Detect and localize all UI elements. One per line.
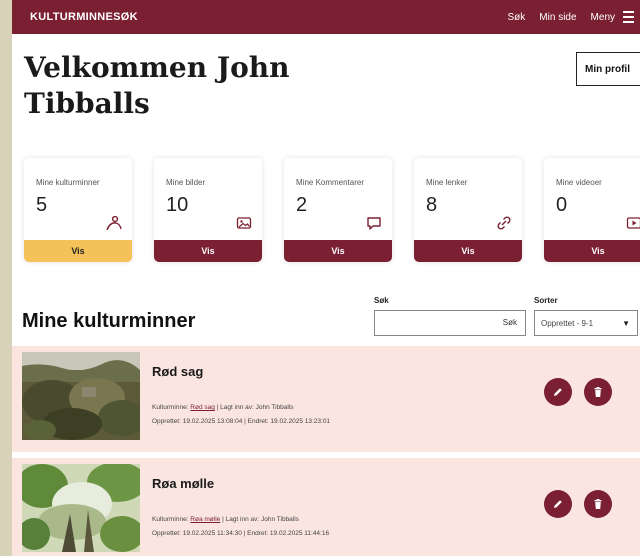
stat-label: Mine videoer — [556, 178, 602, 187]
item-dates: Opprettet: 19.02.2025 11:34:30 | Endret:… — [152, 530, 330, 537]
item-thumbnail-image[interactable] — [22, 464, 140, 552]
stat-label: Mine lenker — [426, 178, 468, 187]
item-meta-suffix: | Lagt inn av: John Tibballs — [214, 404, 294, 411]
video-icon — [626, 217, 640, 229]
show-cultural-heritage-button[interactable]: Vis — [24, 240, 132, 262]
top-navigation-bar: KULTURMINNESØK Søk Min side Meny — [12, 0, 640, 34]
stat-card-links: Mine lenker 8 Vis — [414, 158, 522, 262]
trash-icon — [594, 499, 602, 509]
my-profile-button[interactable]: Min profil — [576, 52, 640, 86]
brand-logo[interactable]: KULTURMINNESØK — [30, 11, 138, 23]
stat-card-videos: Mine videoer 0 Vis — [544, 158, 640, 262]
stat-label: Mine kulturminner — [36, 178, 100, 187]
show-comments-button[interactable]: Vis — [284, 240, 392, 262]
show-images-button[interactable]: Vis — [154, 240, 262, 262]
show-videos-button[interactable]: Vis — [544, 240, 640, 262]
stat-value: 0 — [556, 194, 568, 216]
link-icon — [497, 216, 511, 230]
item-meta-suffix: | Lagt inn av: John Tibballs — [220, 516, 299, 523]
show-links-button[interactable]: Vis — [414, 240, 522, 262]
stat-value: 2 — [296, 194, 308, 216]
stat-value: 8 — [426, 194, 438, 216]
item-meta-prefix: Kulturminne: — [152, 404, 191, 411]
trash-icon — [594, 387, 602, 397]
search-button[interactable]: Søk — [503, 318, 517, 327]
sort-selected-value: Opprettet - 9-1 — [541, 318, 594, 328]
item-dates: Opprettet: 19.02.2025 13:08:04 | Endret:… — [152, 418, 331, 425]
image-icon — [236, 217, 252, 229]
nav-search-link[interactable]: Søk — [508, 12, 526, 23]
pencil-icon — [554, 388, 562, 396]
sort-select[interactable]: Opprettet - 9-1 ▼ — [534, 310, 638, 336]
search-label: Søk — [374, 296, 389, 305]
item-thumbnail-image[interactable] — [22, 352, 140, 440]
stat-card-comments: Mine Kommentarer 2 Vis — [284, 158, 392, 262]
page: KULTURMINNESØK Søk Min side Meny Velkomm… — [12, 0, 640, 556]
comment-icon — [367, 217, 381, 230]
list-item[interactable]: Røa mølle Kulturminne: Røa mølle | Lagt … — [12, 458, 640, 556]
stat-label: Mine Kommentarer — [296, 178, 365, 187]
section-title: Mine kulturminner — [22, 310, 196, 332]
stat-card-images: Mine bilder 10 Vis — [154, 158, 262, 262]
pencil-icon — [554, 500, 562, 508]
stat-label: Mine bilder — [166, 178, 206, 187]
top-nav: Søk Min side Meny — [508, 11, 634, 23]
chevron-down-icon: ▼ — [622, 319, 630, 328]
delete-button[interactable] — [584, 378, 612, 406]
stat-card-cultural-heritage: Mine kulturminner 5 Vis — [24, 158, 132, 262]
item-meta: Kulturminne: Rød sag | Lagt inn av: John… — [152, 404, 294, 411]
list-item[interactable]: Rød sag Kulturminne: Rød sag | Lagt inn … — [12, 346, 640, 452]
page-title: Velkommen John Tibballs — [24, 50, 324, 122]
item-meta-prefix: Kulturminne: — [152, 516, 191, 523]
page-title-line-2: Tibballs — [24, 87, 150, 120]
search-input[interactable]: Søk — [374, 310, 526, 336]
page-title-line-1: Velkommen John — [24, 51, 290, 84]
sort-label: Sorter — [534, 296, 558, 305]
delete-button[interactable] — [584, 490, 612, 518]
stat-value: 5 — [36, 194, 48, 216]
item-link[interactable]: Røa mølle — [190, 516, 220, 523]
edit-button[interactable] — [544, 490, 572, 518]
item-title[interactable]: Rød sag — [152, 364, 203, 379]
person-icon — [106, 216, 122, 230]
nav-my-page-link[interactable]: Min side — [539, 12, 576, 23]
item-meta: Kulturminne: Røa mølle | Lagt inn av: Jo… — [152, 516, 299, 523]
item-link[interactable]: Rød sag — [190, 404, 215, 411]
stat-value: 10 — [166, 194, 189, 216]
hamburger-menu-icon[interactable] — [623, 11, 634, 23]
edit-button[interactable] — [544, 378, 572, 406]
nav-menu-link[interactable]: Meny — [591, 12, 615, 23]
item-title[interactable]: Røa mølle — [152, 476, 214, 491]
